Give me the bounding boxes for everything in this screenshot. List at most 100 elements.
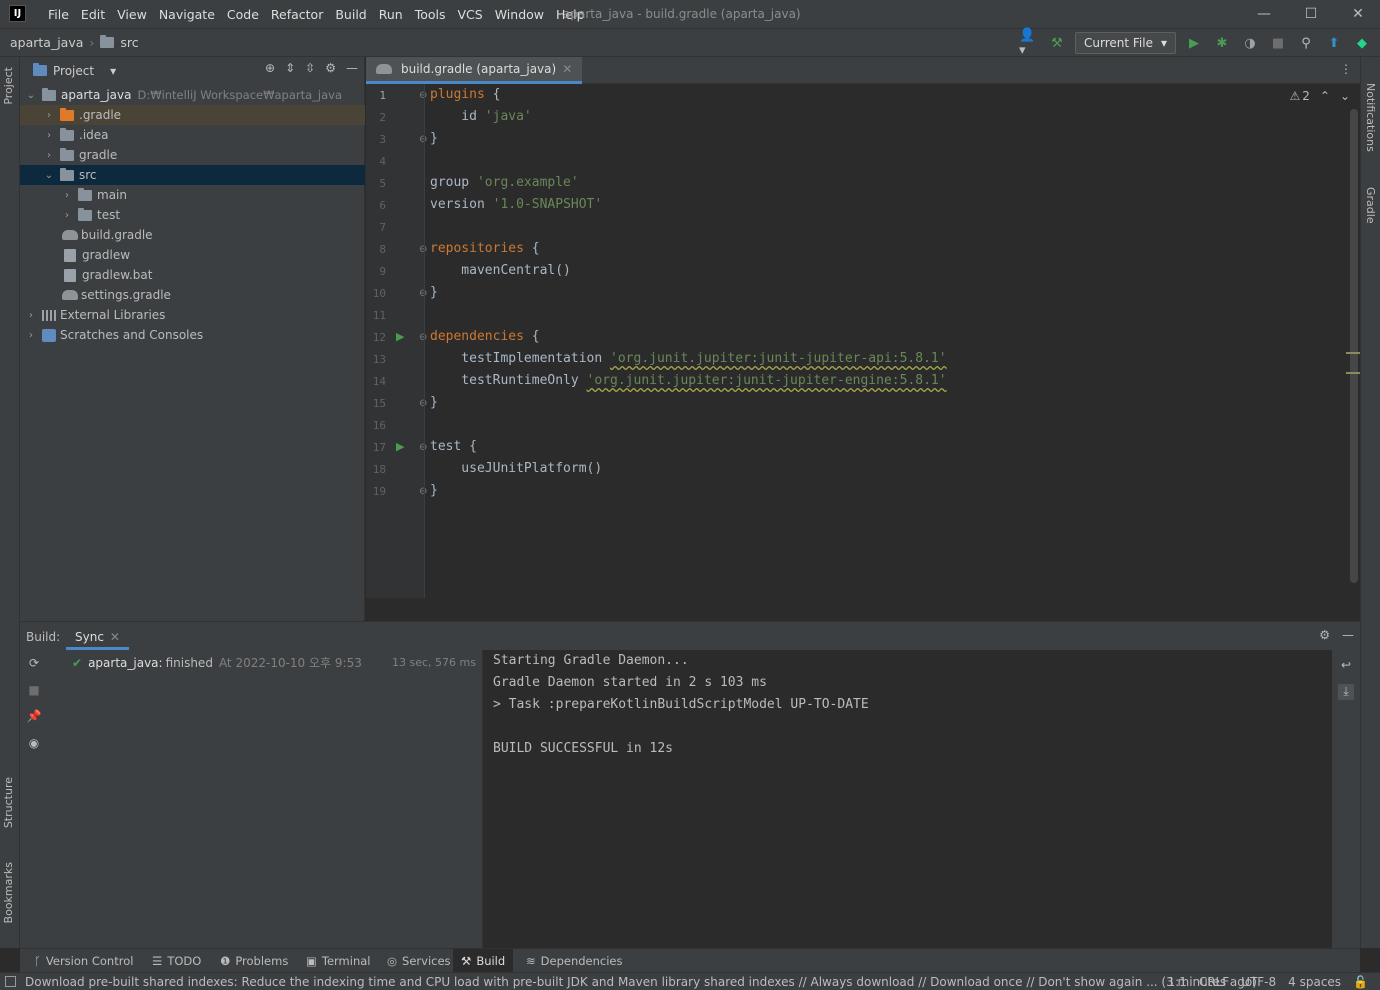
menu-window[interactable]: Window <box>489 7 550 22</box>
menu-refactor[interactable]: Refactor <box>265 7 329 22</box>
code-string-warning[interactable]: 'org.junit.jupiter:junit-jupiter-engine:… <box>587 373 947 388</box>
chevron-down-icon[interactable]: ⌄ <box>26 90 36 101</box>
tree-item-gradle[interactable]: › gradle <box>20 145 365 165</box>
chevron-right-icon[interactable]: › <box>44 150 54 161</box>
hide-panel-icon[interactable]: — <box>346 61 358 75</box>
chevron-right-icon[interactable]: › <box>26 310 36 321</box>
menu-vcs[interactable]: VCS <box>452 7 489 22</box>
hide-tool-windows-icon[interactable] <box>5 976 16 987</box>
tree-item-dot-idea[interactable]: › .idea <box>20 125 365 145</box>
search-icon[interactable]: ⚲ <box>1296 33 1316 53</box>
next-highlight-icon[interactable]: ⌄ <box>1340 89 1350 103</box>
tool-problems[interactable]: ❶ Problems <box>212 949 296 973</box>
tool-version-control[interactable]: ᚴ Version Control <box>26 949 141 973</box>
hide-panel-icon[interactable]: — <box>1342 628 1354 642</box>
chevron-right-icon[interactable]: › <box>62 210 72 221</box>
menu-navigate[interactable]: Navigate <box>153 7 221 22</box>
indent-setting[interactable]: 4 spaces <box>1288 975 1341 989</box>
editor-tab-build-gradle[interactable]: build.gradle (aparta_java) ✕ <box>366 57 583 84</box>
soft-wrap-icon[interactable]: ↩ <box>1338 658 1354 674</box>
tree-item-src[interactable]: ⌄ src <box>20 165 365 185</box>
chevron-right-icon[interactable]: › <box>62 190 72 201</box>
eye-icon[interactable]: ◉ <box>26 736 42 752</box>
tree-item-test[interactable]: › test <box>20 205 365 225</box>
run-icon[interactable]: ▶ <box>1184 33 1204 53</box>
previous-highlight-icon[interactable]: ⌃ <box>1320 89 1330 103</box>
warning-stripe-mark[interactable] <box>1346 372 1360 374</box>
run-configuration-select[interactable]: Current File ▾ <box>1075 32 1176 54</box>
tree-item-main[interactable]: › main <box>20 185 365 205</box>
code-string-warning[interactable]: 'org.junit.jupiter:junit-jupiter-api:5.8… <box>610 351 947 366</box>
pin-icon[interactable]: 📌 <box>26 709 42 725</box>
chevron-right-icon[interactable]: › <box>44 130 54 141</box>
gradle-tool-tab[interactable]: Gradle <box>1364 187 1377 224</box>
locate-file-icon[interactable]: ⊕ <box>265 61 275 75</box>
tool-dependencies[interactable]: ≋ Dependencies <box>518 949 630 973</box>
menu-view[interactable]: View <box>111 7 153 22</box>
coverage-icon[interactable]: ◑ <box>1240 33 1260 53</box>
project-panel-title[interactable]: Project <box>53 64 94 78</box>
tree-item-scratches[interactable]: › Scratches and Consoles <box>20 325 365 345</box>
run-dependencies-gutter-icon[interactable]: ▶ <box>396 330 404 343</box>
breadcrumb-folder[interactable]: src <box>120 35 138 50</box>
tree-item-external-libraries[interactable]: › External Libraries <box>20 305 365 325</box>
menu-edit[interactable]: Edit <box>75 7 111 22</box>
close-tab-icon[interactable]: ✕ <box>562 62 572 76</box>
menu-file[interactable]: File <box>42 7 75 22</box>
tree-item-gradlew[interactable]: gradlew <box>20 245 365 265</box>
build-hammer-icon[interactable]: ⚒ <box>1047 33 1067 53</box>
caret-position[interactable]: 1:1 <box>1168 975 1187 989</box>
warning-stripe-mark[interactable] <box>1346 352 1360 354</box>
close-tab-icon[interactable]: ✕ <box>110 630 120 647</box>
tool-build[interactable]: ⚒ Build <box>453 949 514 973</box>
run-test-gutter-icon[interactable]: ▶ <box>396 440 404 453</box>
file-encoding[interactable]: UTF-8 <box>1241 975 1276 989</box>
chevron-down-icon[interactable]: ⌄ <box>44 170 54 181</box>
sync-icon[interactable]: ⟳ <box>26 656 42 672</box>
chevron-down-icon[interactable]: ▾ <box>110 64 116 78</box>
stop-icon[interactable]: ■ <box>26 683 42 699</box>
menu-code[interactable]: Code <box>221 7 265 22</box>
lock-icon[interactable]: 🔓 <box>1353 975 1368 989</box>
tree-item-build-gradle[interactable]: build.gradle <box>20 225 365 245</box>
minimize-icon[interactable]: — <box>1254 4 1274 24</box>
bookmarks-tool-tab[interactable]: Bookmarks <box>2 862 15 923</box>
tree-root[interactable]: ⌄ aparta_java D:₩intelliJ Workspace₩apar… <box>20 85 365 105</box>
tool-services[interactable]: ◎ Services <box>379 949 459 973</box>
debug-icon[interactable]: ✱ <box>1212 33 1232 53</box>
tree-item-gradlew-bat[interactable]: gradlew.bat <box>20 265 365 285</box>
line-separator[interactable]: CRLF <box>1199 975 1229 989</box>
inspection-widget[interactable]: ⚠ 2 ⌃ ⌄ <box>1289 89 1350 103</box>
chevron-right-icon[interactable]: › <box>26 330 36 341</box>
structure-tool-tab[interactable]: Structure <box>2 777 15 828</box>
tab-sync[interactable]: Sync ✕ <box>66 622 129 650</box>
stop-icon[interactable]: ■ <box>1268 33 1288 53</box>
code-editor[interactable]: 1 2 3 4 5 6 7 8 9 10 11 12 13 14 15 16 1… <box>366 84 1360 598</box>
jetbrains-ai-icon[interactable]: ◆ <box>1352 33 1372 53</box>
scroll-to-end-icon[interactable]: ⤓ <box>1338 684 1354 700</box>
maximize-icon[interactable]: ☐ <box>1301 4 1321 24</box>
status-message[interactable]: Download pre-built shared indexes: Reduc… <box>25 975 1257 989</box>
breadcrumb-project[interactable]: aparta_java <box>10 35 83 50</box>
editor-scrollbar[interactable] <box>1350 109 1358 583</box>
tree-item-dot-gradle[interactable]: › .gradle <box>20 105 365 125</box>
gear-icon[interactable]: ⚙ <box>325 61 336 75</box>
gear-icon[interactable]: ⚙ <box>1319 628 1330 642</box>
build-console-output[interactable]: Starting Gradle Daemon... Gradle Daemon … <box>482 650 1332 949</box>
notifications-tool-tab[interactable]: Notifications <box>1364 83 1377 152</box>
menu-tools[interactable]: Tools <box>409 7 452 22</box>
tool-terminal[interactable]: ▣ Terminal <box>298 949 378 973</box>
expand-all-icon[interactable]: ⇕ <box>285 61 295 75</box>
user-icon[interactable]: 👤▾ <box>1019 28 1039 58</box>
update-icon[interactable]: ⬆ <box>1324 33 1344 53</box>
more-tabs-icon[interactable]: ⋮ <box>1340 62 1352 76</box>
collapse-all-icon[interactable]: ⇳ <box>305 61 315 75</box>
chevron-right-icon[interactable]: › <box>44 110 54 121</box>
menu-run[interactable]: Run <box>373 7 409 22</box>
tree-item-settings-gradle[interactable]: settings.gradle <box>20 285 365 305</box>
project-tool-tab[interactable]: Project <box>2 67 15 105</box>
sync-result-item[interactable]: ✔ aparta_java: finished At 2022-10-10 오후… <box>72 654 362 671</box>
tool-todo[interactable]: ☰ TODO <box>144 949 209 973</box>
close-icon[interactable]: ✕ <box>1348 4 1368 24</box>
menu-build[interactable]: Build <box>329 7 372 22</box>
